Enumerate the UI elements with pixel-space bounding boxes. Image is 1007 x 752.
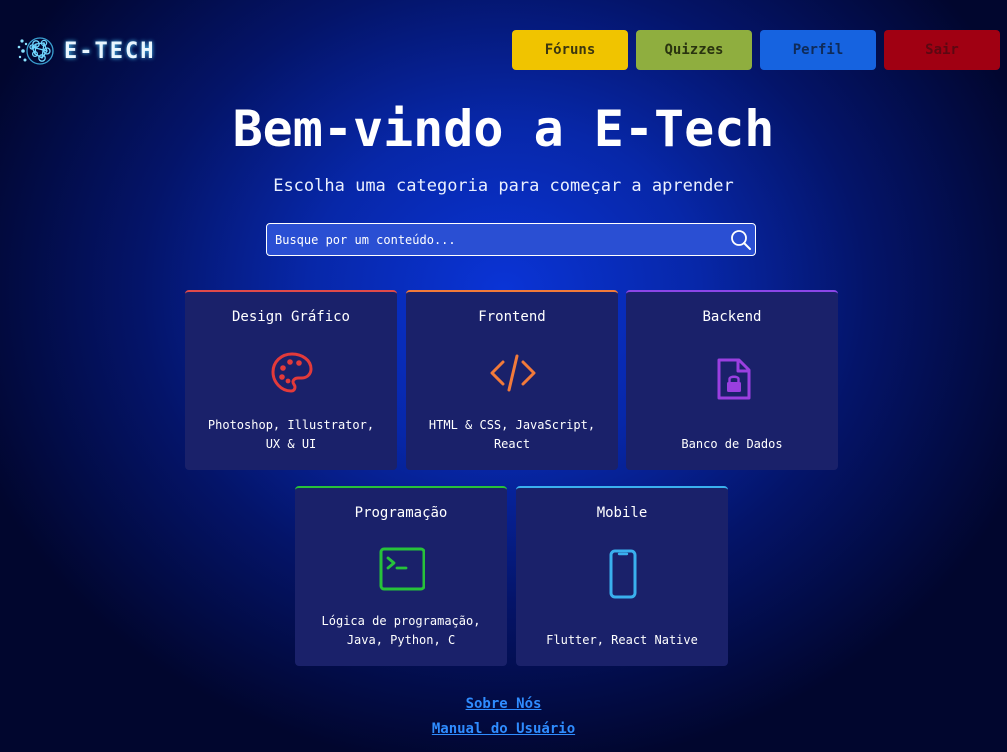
category-description: Photoshop, Illustrator, UX & UI (207, 418, 375, 451)
smartphone-icon (609, 549, 637, 599)
code-icon (490, 354, 536, 392)
forums-button[interactable]: Fóruns (512, 30, 628, 70)
category-card-mobile[interactable]: Mobile Flutter, React Native (516, 486, 728, 666)
category-card-backend[interactable]: Backend Banco de Dados (626, 290, 838, 470)
search-bar (266, 223, 756, 256)
user-manual-link[interactable]: Manual do Usuário (0, 721, 1007, 737)
terminal-icon (379, 547, 425, 591)
main-nav: Fóruns Quizzes Perfil Sair (512, 30, 1000, 70)
category-title: Mobile (596, 505, 648, 521)
category-card-design-grafico[interactable]: Design Gráfico Photoshop, Illustrator, U… (185, 290, 397, 470)
logout-button[interactable]: Sair (884, 30, 1000, 70)
category-description: Lógica de programação, Java, Python, C (321, 614, 481, 647)
category-title: Frontend (478, 309, 546, 325)
category-card-frontend[interactable]: Frontend HTML & CSS, JavaScript, React (406, 290, 618, 470)
page-subtitle: Escolha uma categoria para começar a apr… (273, 176, 734, 196)
file-lock-icon (717, 358, 751, 400)
brand-logo[interactable]: E-TECH (16, 32, 155, 70)
category-title: Design Gráfico (231, 309, 350, 325)
category-description: Flutter, React Native (546, 633, 698, 647)
category-title: Backend (702, 309, 762, 325)
category-card-programacao[interactable]: Programação Lógica de programação, Java,… (295, 486, 507, 666)
quizzes-button[interactable]: Quizzes (636, 30, 752, 70)
about-us-link[interactable]: Sobre Nós (0, 696, 1007, 712)
palette-icon (271, 352, 313, 393)
category-title: Programação (354, 505, 448, 521)
brand-name: E-TECH (64, 38, 156, 64)
profile-button[interactable]: Perfil (760, 30, 876, 70)
search-input[interactable] (267, 224, 735, 255)
brain-circuit-icon (17, 37, 54, 65)
category-description: HTML & CSS, JavaScript, React (428, 418, 596, 451)
search-icon[interactable] (729, 228, 753, 252)
category-description: Banco de Dados (681, 437, 783, 451)
page-title: Bem-vindo a E-Tech (232, 100, 775, 158)
